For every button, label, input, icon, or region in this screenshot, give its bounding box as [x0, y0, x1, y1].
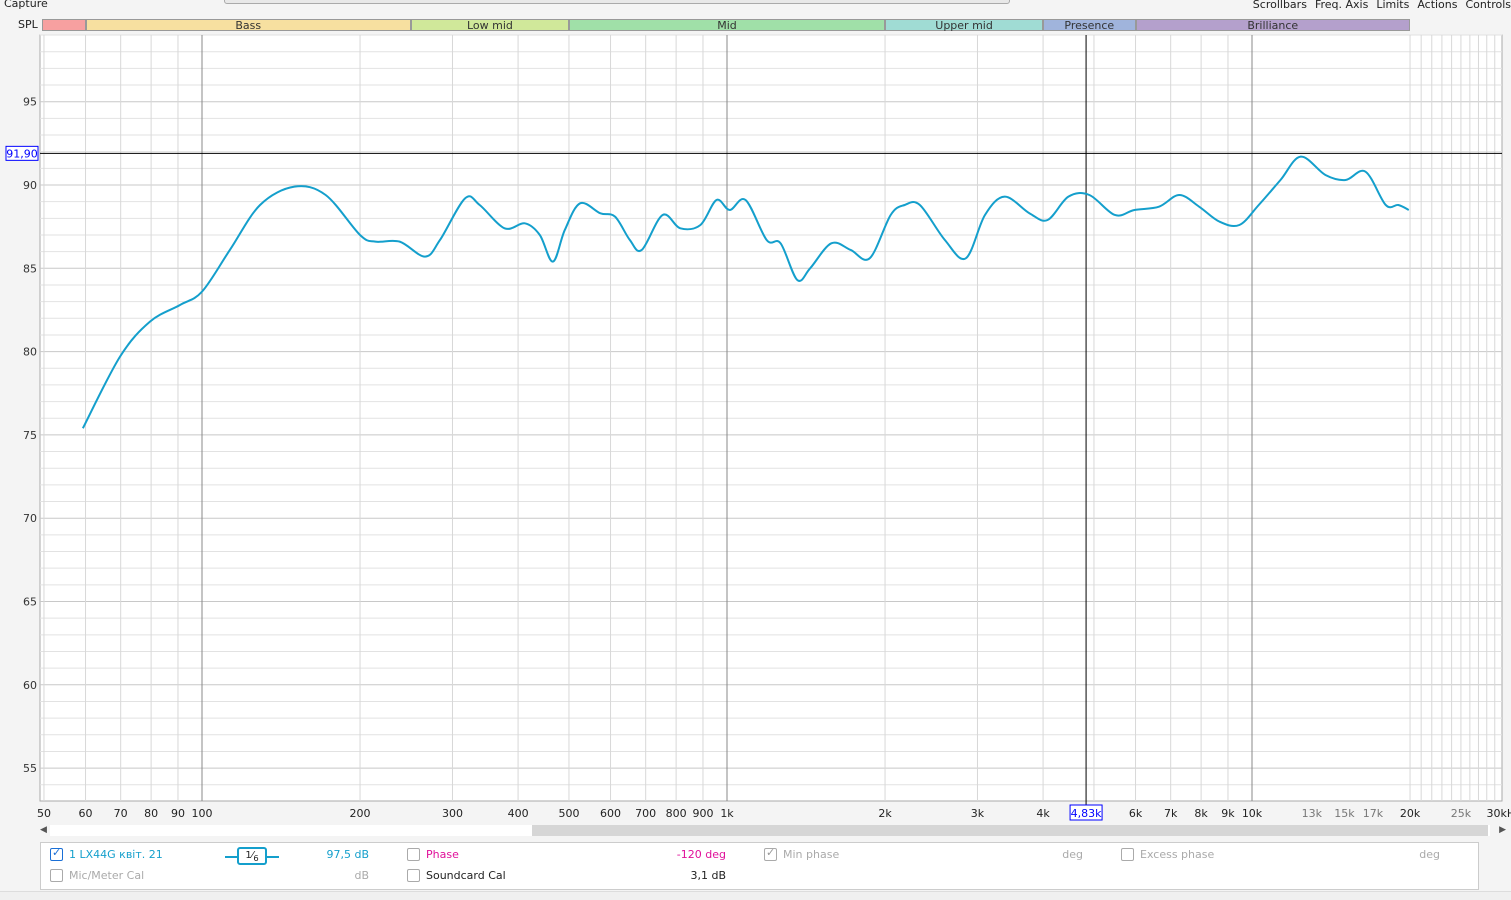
x-tick-label: 50: [37, 807, 51, 820]
soundcard-cal-label: Soundcard Cal: [426, 869, 506, 882]
measurement-value: 97,5 dB: [326, 848, 369, 861]
x-tick-label: 20k: [1400, 807, 1421, 820]
x-tick-label: 100: [192, 807, 213, 820]
soundcard-cal-checkbox[interactable]: [407, 869, 420, 882]
x-tick-label: 600: [600, 807, 621, 820]
x-tick-label: 400: [508, 807, 529, 820]
legend-panel: 1 LX44G квіт. 21 1⁄6 97,5 dB Mic/Meter C…: [40, 842, 1479, 890]
x-tick-label: 90: [171, 807, 185, 820]
x-tick-label: 10k: [1242, 807, 1263, 820]
horizontal-scrollbar[interactable]: ◀ ▶: [40, 824, 1500, 836]
excess-phase-value: deg: [1419, 848, 1440, 861]
x-tick-label: 4k: [1036, 807, 1050, 820]
y-tick-label: 85: [23, 262, 37, 275]
min-phase-value: deg: [1062, 848, 1083, 861]
mic-cal-label: Mic/Meter Cal: [69, 869, 144, 882]
y-tick-label: 70: [23, 512, 37, 525]
x-tick-label: 25k: [1451, 807, 1472, 820]
y-tick-label: 75: [23, 429, 37, 442]
x-tick-label: 1k: [720, 807, 734, 820]
cursor-x-label: 4,83k: [1071, 807, 1102, 820]
x-tick-label: 2k: [878, 807, 892, 820]
x-tick-label: 70: [114, 807, 128, 820]
mic-cal-value: dB: [354, 869, 369, 882]
measurement-name: 1 LX44G квіт. 21: [69, 848, 163, 861]
x-tick-label: 17k: [1363, 807, 1384, 820]
phase-value: -120 deg: [677, 848, 726, 861]
x-tick-label: 800: [666, 807, 687, 820]
phase-label: Phase: [426, 848, 459, 861]
x-tick-label: 500: [558, 807, 579, 820]
x-tick-label: 8k: [1194, 807, 1208, 820]
y-tick-label: 90: [23, 179, 37, 192]
x-tick-label: 15k: [1334, 807, 1355, 820]
y-tick-label: 65: [23, 596, 37, 609]
excess-phase-label: Excess phase: [1140, 848, 1214, 861]
x-tick-label: 6k: [1129, 807, 1143, 820]
smoothing-button[interactable]: 1⁄6: [237, 847, 267, 865]
y-tick-label: 60: [23, 679, 37, 692]
x-tick-label: 3k: [971, 807, 985, 820]
scroll-thumb[interactable]: [532, 825, 1488, 836]
x-tick-label: 300: [442, 807, 463, 820]
y-tick-label: 80: [23, 346, 37, 359]
x-tick-label: 200: [350, 807, 371, 820]
y-tick-label: 55: [23, 762, 37, 775]
phase-checkbox[interactable]: [407, 848, 420, 861]
smoothing-denominator: 6: [253, 853, 258, 863]
min-phase-checkbox[interactable]: [764, 848, 777, 861]
x-tick-label: 13k: [1302, 807, 1323, 820]
cursor-y-label: 91,90: [6, 147, 38, 160]
spl-chart[interactable]: 55 60 65 70 75 80 85 90 95 50 60 70 80 90 100 200 300 400…: [0, 0, 1511, 824]
measurement-checkbox[interactable]: [50, 848, 63, 861]
scroll-right-arrow-icon[interactable]: ▶: [1499, 825, 1506, 835]
x-tick-label: 9k: [1221, 807, 1235, 820]
mic-cal-checkbox[interactable]: [50, 869, 63, 882]
smoothing-numerator: 1: [245, 850, 251, 861]
y-tick-label: 95: [23, 96, 37, 109]
x-tick-label: 60: [79, 807, 93, 820]
soundcard-cal-value: 3,1 dB: [690, 869, 726, 882]
scroll-left-arrow-icon[interactable]: ◀: [40, 825, 47, 835]
x-tick-label: 30kHz: [1486, 807, 1511, 820]
excess-phase-checkbox[interactable]: [1121, 848, 1134, 861]
x-tick-label: 700: [635, 807, 656, 820]
x-tick-label: 900: [692, 807, 713, 820]
x-tick-label: 80: [144, 807, 158, 820]
x-tick-label: 7k: [1164, 807, 1178, 820]
min-phase-label: Min phase: [783, 848, 839, 861]
